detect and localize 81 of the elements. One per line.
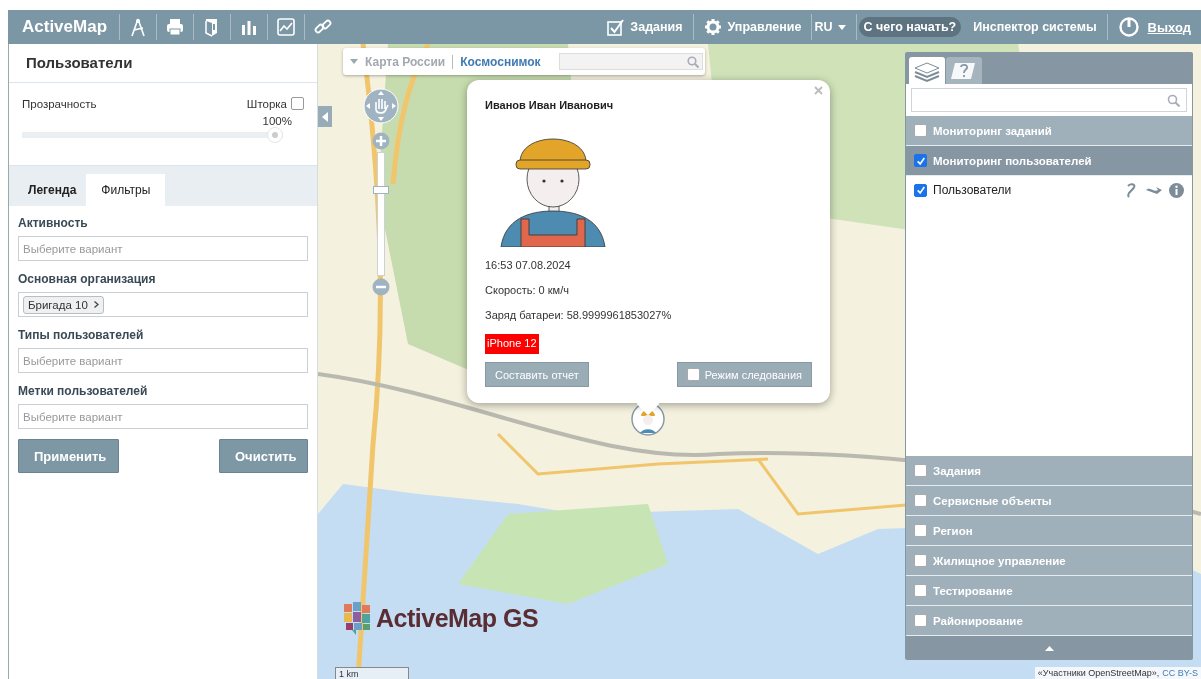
tab[interactable]: Легенда: [18, 174, 87, 206]
menu-link[interactable]: Инспектор системы: [973, 20, 1097, 34]
filter-tag[interactable]: Бригада 10: [23, 295, 104, 314]
caret-icon: [837, 24, 846, 30]
info-text: Заряд батареи: 58.9999961853027%: [485, 309, 673, 321]
license-link[interactable]: CC BY-S: [1162, 668, 1198, 678]
select-field[interactable]: Бригада 10: [18, 292, 308, 317]
attribution-text: «Участники OpenStreetMap»,: [1037, 668, 1160, 678]
select-field[interactable]: Выберите вариант: [18, 404, 308, 429]
line-chart-icon[interactable]: [276, 17, 297, 37]
app-logo[interactable]: ActiveMap: [8, 10, 120, 44]
language-dropdown[interactable]: RU: [814, 20, 846, 34]
base-layer-link[interactable]: Карта России: [365, 54, 446, 69]
opacity-value: 100%: [261, 115, 293, 127]
logo-icon: [342, 600, 372, 636]
map-scale: 1 km: [335, 667, 409, 679]
select-field[interactable]: Выберите вариант: [18, 236, 308, 261]
opacity-label: Прозрачность: [22, 97, 97, 110]
filter-label: Основная организация: [18, 272, 157, 286]
layer-name[interactable]: Пользователи: [933, 183, 1119, 197]
search-field[interactable]: [911, 88, 1187, 112]
layer-group-header[interactable]: Районирование: [906, 606, 1192, 636]
report-button[interactable]: Составить отчет: [485, 362, 589, 387]
slider-thumb[interactable]: [373, 185, 389, 194]
logout-icon[interactable]: [1117, 16, 1140, 38]
checkbox[interactable]: [914, 554, 927, 567]
layer-group-header[interactable]: Жилищное управление: [906, 546, 1192, 576]
zoom-in-icon[interactable]: [372, 132, 390, 150]
select-field[interactable]: Выберите вариант: [18, 348, 308, 373]
base-layer-link[interactable]: Космоснимок: [460, 54, 541, 69]
checkbox[interactable]: [914, 183, 927, 197]
zoom-out-icon[interactable]: [372, 278, 390, 296]
print-icon[interactable]: [165, 17, 186, 37]
info-icon[interactable]: [1169, 182, 1184, 198]
filter-label: Метки пользователей: [18, 384, 149, 398]
menu-link[interactable]: Задания: [630, 20, 683, 34]
caret-left-icon[interactable]: [322, 111, 328, 122]
map-logo-text: ActiveMap GS: [376, 603, 539, 633]
checkbox[interactable]: [914, 464, 927, 477]
layer-group-header[interactable]: Задания: [906, 456, 1192, 486]
checkbox[interactable]: [686, 368, 700, 381]
filter-label: Типы пользователей: [18, 328, 145, 342]
checkbox[interactable]: [914, 124, 927, 137]
help-link[interactable]: С чего начать?: [858, 17, 962, 37]
checkbox[interactable]: [914, 524, 927, 537]
settings-icon[interactable]: [703, 18, 722, 36]
layer-group-header[interactable]: Регион: [906, 516, 1192, 546]
layers-tab[interactable]: [909, 57, 945, 84]
checkbox[interactable]: [914, 584, 927, 597]
info-text: Скорость: 0 км/ч: [485, 284, 570, 296]
close-icon[interactable]: [814, 86, 823, 95]
caret-icon[interactable]: [350, 59, 358, 64]
chevron-icon: [93, 301, 99, 308]
checkbox[interactable]: [914, 154, 927, 167]
layer-group-header[interactable]: Сервисные объекты: [906, 486, 1192, 516]
layers-tab[interactable]: [946, 57, 982, 84]
menu-link[interactable]: Управление: [727, 20, 802, 34]
search-icon[interactable]: [687, 55, 699, 68]
caret-up-icon[interactable]: [1044, 645, 1054, 651]
tab[interactable]: Фильтры: [86, 174, 166, 206]
search-field[interactable]: [559, 53, 703, 70]
layer-group-header[interactable]: Тестирование: [906, 576, 1192, 606]
device-tag: iPhone 12: [485, 334, 539, 354]
pan-control-icon[interactable]: [363, 88, 399, 124]
follow-mode-toggle[interactable]: Режим следования: [676, 362, 812, 387]
tasks-icon[interactable]: [606, 18, 625, 36]
button[interactable]: Очистить: [219, 439, 308, 473]
checkbox[interactable]: [914, 614, 927, 627]
panel-title: Пользователи: [9, 44, 317, 83]
user-name: Иванов Иван Иванович: [485, 99, 615, 111]
logout-link[interactable]: Выход: [1145, 19, 1191, 35]
collapse-panel-button[interactable]: [318, 106, 332, 127]
info-text: 16:53 07.08.2024: [485, 259, 572, 271]
arrow-icon[interactable]: [1145, 184, 1163, 196]
search-icon[interactable]: [1167, 93, 1180, 107]
layer-group-header[interactable]: Мониторинг заданий: [906, 116, 1192, 146]
curtain-label: Шторка: [246, 97, 287, 110]
filter-label: Активность: [18, 216, 89, 230]
checkbox[interactable]: [291, 97, 304, 110]
button[interactable]: Применить: [18, 439, 119, 473]
checkbox[interactable]: [914, 494, 927, 507]
